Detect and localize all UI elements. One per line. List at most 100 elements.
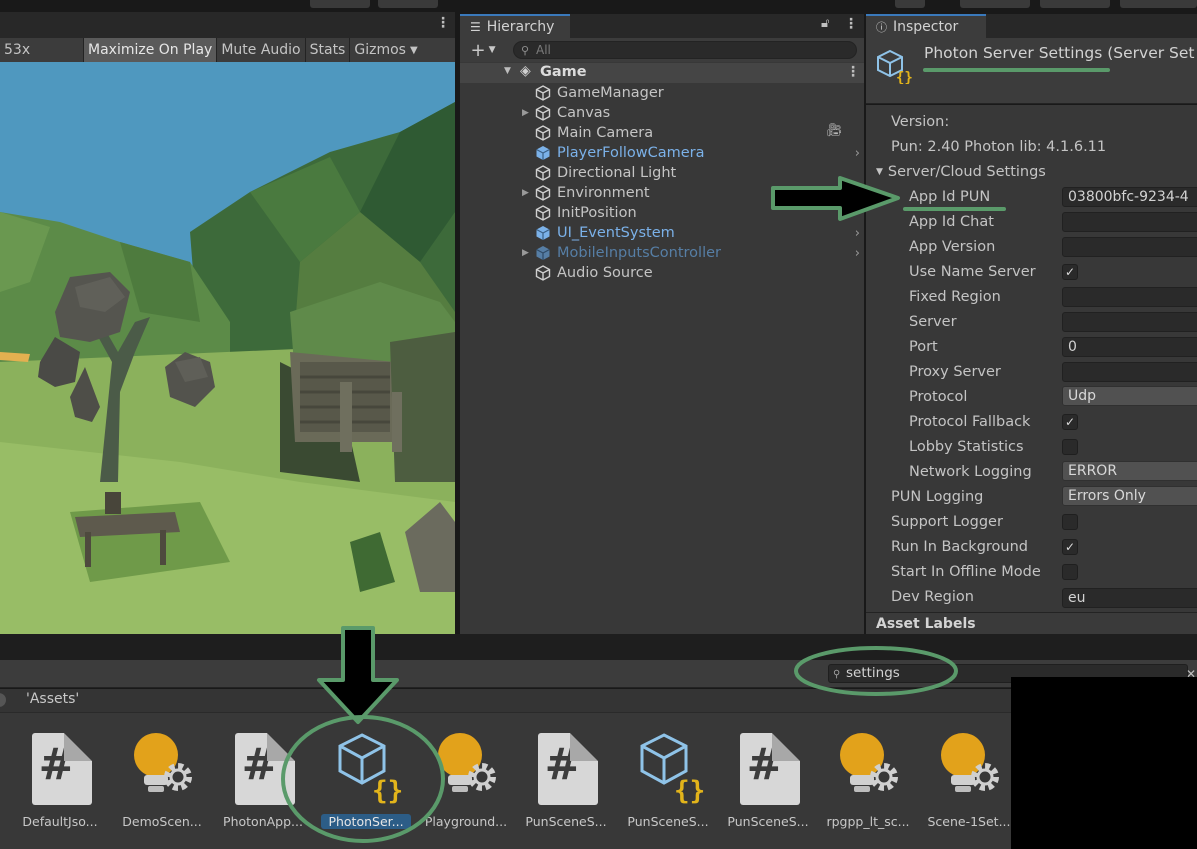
hierarchy-item[interactable]: Main Camera 🎥︎ bbox=[460, 123, 864, 143]
top-toolbar-button[interactable] bbox=[310, 0, 370, 8]
hierarchy-item-label: InitPosition bbox=[557, 205, 637, 221]
tab-inspector[interactable]: ⓘ Inspector bbox=[866, 14, 986, 38]
document-icon: # bbox=[32, 733, 92, 805]
gameobject-icon bbox=[535, 265, 551, 281]
asset-item[interactable]: # DefaultJso... bbox=[15, 727, 105, 837]
document-icon: # bbox=[740, 733, 800, 805]
lock-icon[interactable]: 🔓︎ bbox=[821, 16, 829, 31]
plus-icon: + bbox=[470, 39, 486, 61]
stats-toggle[interactable]: Stats bbox=[306, 38, 351, 62]
back-circle-icon[interactable] bbox=[0, 693, 6, 707]
hierarchy-menu-icon[interactable]: ⋮ bbox=[844, 16, 858, 32]
game-scene-image bbox=[0, 62, 455, 634]
offline-mode-checkbox[interactable] bbox=[1062, 564, 1078, 580]
use-name-server-checkbox[interactable]: ✓ bbox=[1062, 264, 1078, 280]
svg-text:{}: {} bbox=[372, 776, 403, 806]
gameobject-icon bbox=[535, 105, 551, 121]
support-logger-checkbox[interactable] bbox=[1062, 514, 1078, 530]
gameobject-icon bbox=[535, 85, 551, 101]
asset-item[interactable]: rpgpp_lt_sc... bbox=[823, 727, 913, 837]
proxy-server-field[interactable] bbox=[1062, 362, 1197, 382]
create-button[interactable]: + ▼ bbox=[460, 40, 506, 61]
pun-logging-dropdown[interactable]: Errors Only bbox=[1062, 486, 1197, 506]
asset-item[interactable]: Playground... bbox=[421, 727, 511, 837]
app-id-pun-field[interactable]: 03800bfc-9234-4 bbox=[1062, 187, 1197, 207]
network-logging-dropdown[interactable]: ERROR bbox=[1062, 461, 1197, 481]
scene-menu-icon[interactable]: ⋮ bbox=[846, 64, 860, 80]
search-icon: ⚲ bbox=[521, 44, 530, 57]
protocol-dropdown[interactable]: Udp bbox=[1062, 386, 1197, 406]
hierarchy-search-input[interactable]: ⚲ All bbox=[513, 41, 857, 59]
app-id-chat-field[interactable] bbox=[1062, 212, 1197, 232]
game-view-menu-icon[interactable]: ⋮ bbox=[436, 15, 450, 31]
top-toolbar-button[interactable] bbox=[1120, 0, 1197, 8]
gizmos-toggle[interactable]: Gizmos ▼ bbox=[350, 38, 421, 62]
app-version-field[interactable] bbox=[1062, 237, 1197, 257]
scale-readout: 53x bbox=[0, 38, 84, 62]
chevron-right-icon[interactable]: › bbox=[855, 246, 860, 261]
game-view-tabbar: ⋮ bbox=[0, 12, 455, 38]
game-render-view[interactable] bbox=[0, 62, 455, 634]
asset-item[interactable]: DemoScen... bbox=[117, 727, 207, 837]
top-toolbar-button[interactable] bbox=[378, 0, 438, 8]
fixed-region-field[interactable] bbox=[1062, 287, 1197, 307]
search-icon: ⚲ bbox=[833, 669, 841, 680]
csharp-script-icon: # bbox=[28, 731, 92, 805]
hierarchy-tabbar: ☰ Hierarchy 🔓︎ ⋮ bbox=[460, 14, 864, 38]
chevron-right-icon[interactable]: › bbox=[855, 146, 860, 161]
lobby-statistics-label: Lobby Statistics bbox=[909, 439, 1024, 455]
inspector-title: Photon Server Settings (Server Set bbox=[924, 44, 1195, 62]
lightbulb-gear-icon bbox=[840, 733, 898, 792]
asset-item[interactable]: # PunSceneS... bbox=[723, 727, 813, 837]
prefab-icon bbox=[536, 146, 550, 160]
hierarchy-item[interactable]: UI_EventSystem › bbox=[460, 223, 864, 243]
asset-name: Playground... bbox=[424, 814, 508, 829]
scene-header-row[interactable]: ▼ ◈ Game ⋮ bbox=[460, 63, 864, 83]
hierarchy-item-label: UI_EventSystem bbox=[557, 225, 675, 241]
scriptable-object-icon: {} bbox=[334, 731, 403, 806]
gizmos-dropdown-icon[interactable]: ▼ bbox=[410, 45, 418, 56]
foldout-arrow-icon[interactable]: ▶ bbox=[522, 248, 529, 258]
server-label: Server bbox=[909, 314, 957, 330]
prefab-icon bbox=[536, 246, 550, 260]
hierarchy-item[interactable]: Directional Light bbox=[460, 163, 864, 183]
hierarchy-item[interactable]: InitPosition bbox=[460, 203, 864, 223]
asset-item[interactable]: {} PunSceneS... bbox=[623, 727, 713, 837]
protocol-fallback-checkbox[interactable]: ✓ bbox=[1062, 414, 1078, 430]
asset-item[interactable]: {} PhotonSer... bbox=[321, 727, 411, 837]
server-field[interactable] bbox=[1062, 312, 1197, 332]
dev-region-field[interactable]: eu bbox=[1062, 588, 1197, 608]
hierarchy-item[interactable]: ▶ Canvas bbox=[460, 103, 864, 123]
lobby-statistics-checkbox[interactable] bbox=[1062, 439, 1078, 455]
scene-foldout-icon[interactable]: ▼ bbox=[504, 66, 511, 76]
hierarchy-item[interactable]: PlayerFollowCamera › bbox=[460, 143, 864, 163]
top-toolbar-button[interactable] bbox=[895, 0, 925, 8]
asset-name: PhotonApp... bbox=[223, 814, 303, 829]
gizmos-label: Gizmos bbox=[354, 42, 406, 58]
asset-item[interactable]: # PunSceneS... bbox=[521, 727, 611, 837]
foldout-arrow-icon[interactable]: ▶ bbox=[522, 108, 529, 118]
tab-hierarchy[interactable]: ☰ Hierarchy bbox=[460, 14, 570, 38]
mute-audio-toggle[interactable]: Mute Audio bbox=[217, 38, 306, 62]
maximize-on-play-toggle[interactable]: Maximize On Play bbox=[84, 38, 218, 62]
chevron-right-icon[interactable]: › bbox=[855, 226, 860, 241]
asset-labels-header[interactable]: Asset Labels bbox=[866, 612, 1197, 634]
asset-item[interactable]: Scene-1Set... bbox=[924, 727, 1014, 837]
asset-item[interactable]: # PhotonApp... bbox=[218, 727, 308, 837]
server-settings-foldout[interactable]: ▼ Server/Cloud Settings bbox=[876, 161, 1046, 183]
asset-name: DefaultJso... bbox=[22, 814, 98, 829]
top-toolbar-button[interactable] bbox=[1040, 0, 1110, 8]
hierarchy-item[interactable]: ▶ MobileInputsController › bbox=[460, 243, 864, 263]
port-field[interactable]: 0 bbox=[1062, 337, 1197, 357]
scale-label: 53x bbox=[4, 42, 31, 58]
top-toolbar-button[interactable] bbox=[960, 0, 1030, 8]
foldout-arrow-icon[interactable]: ▶ bbox=[522, 188, 529, 198]
hierarchy-item[interactable]: GameManager bbox=[460, 83, 864, 103]
hierarchy-item[interactable]: Audio Source bbox=[460, 263, 864, 283]
hierarchy-item-label: Main Camera bbox=[557, 125, 654, 141]
run-in-background-checkbox[interactable]: ✓ bbox=[1062, 539, 1078, 555]
lightbulb-gear-icon bbox=[134, 733, 192, 792]
lighting-settings-icon bbox=[836, 731, 900, 805]
hierarchy-item[interactable]: ▶ Environment bbox=[460, 183, 864, 203]
asset-name: rpgpp_lt_sc... bbox=[826, 814, 910, 829]
